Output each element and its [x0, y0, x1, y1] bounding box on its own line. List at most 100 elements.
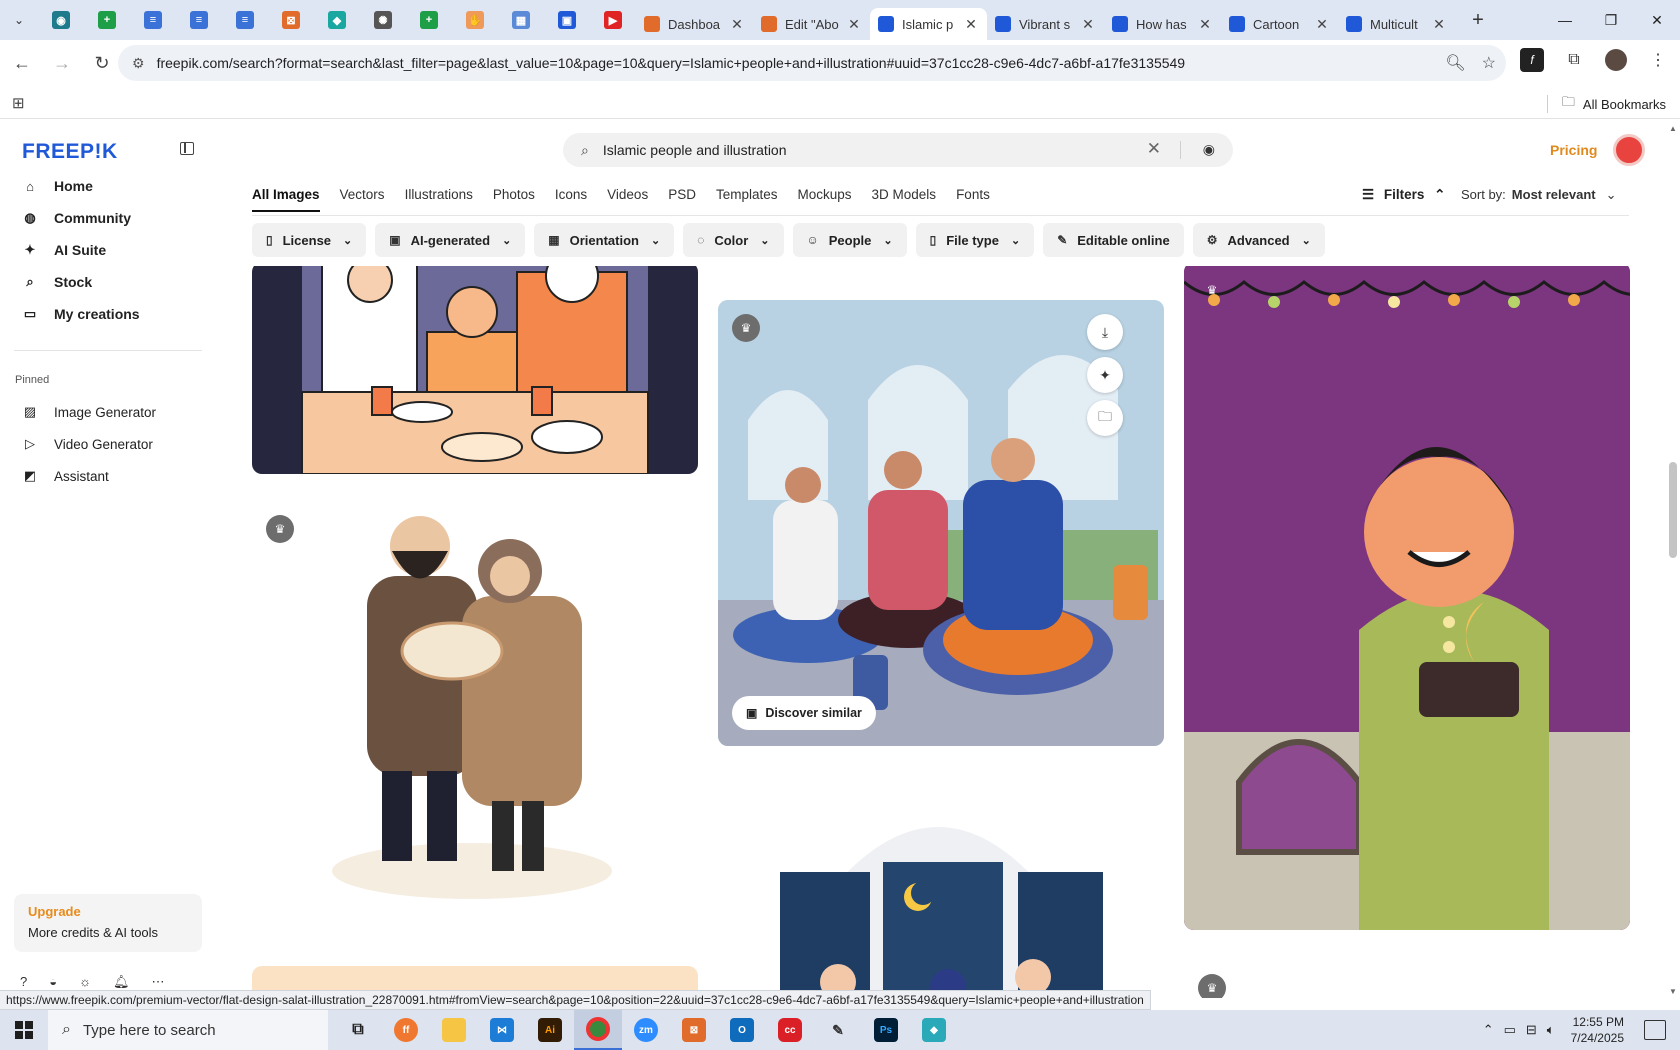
taskbar-task-view[interactable]: ⧉ [334, 1010, 382, 1050]
apps-grid-icon[interactable]: ⊞ [12, 94, 25, 112]
forward-button[interactable]: → [44, 45, 80, 81]
taskbar-app[interactable]: ◆ [910, 1010, 958, 1050]
tray-display-icon[interactable]: ▭ [1504, 1022, 1516, 1038]
taskbar-firefox[interactable]: ff [382, 1010, 430, 1050]
taskbar-search[interactable]: ⌕ Type here to search [48, 1010, 328, 1050]
filter-chip[interactable]: ◌ Color ⌄ [683, 223, 784, 257]
pinned-tab[interactable]: + [84, 0, 130, 40]
close-tab-icon[interactable]: ✕ [1197, 16, 1213, 33]
tray-chevron-icon[interactable]: ⌃ [1483, 1022, 1494, 1038]
search-bar[interactable]: ⌕ Islamic people and illustration ✕ ◉ [563, 133, 1233, 167]
back-button[interactable]: ← [4, 45, 40, 81]
sidebar-item-image-generator[interactable]: ▨ Image Generator [14, 396, 202, 428]
scroll-down-arrow-icon[interactable]: ▼ [1669, 987, 1677, 996]
camera-icon[interactable]: ◉ [1203, 141, 1215, 158]
upgrade-card[interactable]: Upgrade More credits & AI tools [14, 894, 202, 952]
extensions-icon[interactable]: ⧉ [1562, 48, 1586, 72]
bell-icon[interactable]: 🔔︎ [113, 974, 130, 990]
pinned-tab[interactable]: ≡ [222, 0, 268, 40]
category-tab[interactable]: Photos [493, 187, 535, 212]
browser-tab[interactable]: Edit "Abo ✕ [753, 8, 870, 40]
notification-icon[interactable] [1644, 1020, 1666, 1040]
filter-chip[interactable]: ☺ People ⌄ [792, 223, 907, 257]
filter-chip[interactable]: ▯ License ⌄ [252, 223, 367, 257]
category-tab[interactable]: PSD [668, 187, 696, 212]
category-tab[interactable]: 3D Models [872, 187, 937, 212]
close-tab-icon[interactable]: ✕ [963, 16, 979, 33]
zoom-icon[interactable]: 🔍︎ [1445, 53, 1465, 73]
category-tab[interactable]: Fonts [956, 187, 990, 212]
pinned-tab[interactable]: ▦ [498, 0, 544, 40]
taskbar-vscode[interactable]: ⋈ [478, 1010, 526, 1050]
new-tab-button[interactable]: + [1463, 9, 1493, 32]
sidebar-item-home[interactable]: ⌂ Home [14, 170, 202, 202]
discord-icon[interactable]: ◒ [49, 974, 57, 990]
filter-chip[interactable]: ⚙ Advanced ⌄ [1192, 223, 1325, 257]
pinned-tab[interactable]: ◉ [38, 0, 84, 40]
pinned-tab[interactable]: ≡ [130, 0, 176, 40]
result-card[interactable] [252, 266, 698, 474]
volume-icon[interactable]: 🔈︎ [1547, 1022, 1555, 1038]
pinned-tab[interactable]: ▶ [590, 0, 636, 40]
sidebar-item-ai-suite[interactable]: ✦ AI Suite [14, 234, 202, 266]
reload-button[interactable]: ↻ [84, 45, 120, 81]
sidebar-item-video-generator[interactable]: ▷ Video Generator [14, 428, 202, 460]
address-bar[interactable]: ⚙ freepik.com/search?format=search&last_… [118, 45, 1506, 81]
browser-tab[interactable]: Vibrant s ✕ [987, 8, 1104, 40]
filter-chip[interactable]: ✎ Editable online [1043, 223, 1184, 257]
filter-chip[interactable]: ▦ Orientation ⌄ [534, 223, 675, 257]
category-tab[interactable]: Videos [607, 187, 648, 212]
restore-button[interactable]: ❐ [1588, 0, 1634, 40]
category-tab[interactable]: All Images [252, 187, 320, 212]
filter-chip[interactable]: ▯ File type ⌄ [915, 223, 1035, 257]
page-scrollbar[interactable]: ▲ ▼ [1666, 120, 1680, 998]
search-input[interactable]: Islamic people and illustration [603, 142, 787, 158]
taskbar-xampp[interactable]: ⊠ [670, 1010, 718, 1050]
taskbar-explorer[interactable] [430, 1010, 478, 1050]
scroll-up-arrow-icon[interactable]: ▲ [1669, 124, 1677, 133]
browser-tab[interactable]: Islamic p ✕ [870, 8, 987, 40]
filters-toggle[interactable]: ☰ Filters ⌃ [1362, 187, 1445, 203]
more-icon[interactable]: ⋯ [152, 974, 165, 990]
start-button[interactable] [0, 1010, 48, 1050]
pinned-tab[interactable]: ✺ [360, 0, 406, 40]
pinned-tab[interactable]: ≡ [176, 0, 222, 40]
category-tab[interactable]: Vectors [340, 187, 385, 212]
taskbar-creative-cloud[interactable]: cc [766, 1010, 814, 1050]
taskbar-pen-tool[interactable]: ✎ [814, 1010, 862, 1050]
category-tab[interactable]: Mockups [798, 187, 852, 212]
close-tab-icon[interactable]: ✕ [1080, 16, 1096, 33]
browser-tab[interactable]: Dashboa ✕ [636, 8, 753, 40]
more-menu-icon[interactable]: ⋮ [1646, 48, 1670, 72]
sidebar-toggle-icon[interactable] [180, 142, 194, 155]
close-window-button[interactable]: ✕ [1634, 0, 1680, 40]
taskbar-illustrator[interactable]: Ai [526, 1010, 574, 1050]
browser-tab[interactable]: Cartoon ✕ [1221, 8, 1338, 40]
bookmark-star-icon[interactable]: ☆ [1482, 53, 1496, 73]
clear-search-icon[interactable]: ✕ [1147, 139, 1161, 159]
close-tab-icon[interactable]: ✕ [729, 16, 745, 33]
taskbar-outlook[interactable]: O [718, 1010, 766, 1050]
minimize-button[interactable]: — [1542, 0, 1588, 40]
ai-edit-icon[interactable]: ✦ [1087, 357, 1123, 393]
close-tab-icon[interactable]: ✕ [846, 16, 862, 33]
close-tab-icon[interactable]: ✕ [1314, 16, 1330, 33]
sidebar-item-my-creations[interactable]: ▭ My creations [14, 298, 202, 330]
sidebar-item-assistant[interactable]: ◩ Assistant [14, 460, 202, 492]
save-to-collection-icon[interactable]: 🗀 [1087, 400, 1123, 436]
sort-dropdown[interactable]: Sort by: Most relevant ⌄ [1461, 187, 1617, 203]
clock[interactable]: 12:55 PM 7/24/2025 [1571, 1014, 1624, 1046]
browser-tab[interactable]: Multicult ✕ [1338, 8, 1455, 40]
pinned-tab[interactable]: ✋ [452, 0, 498, 40]
category-tab[interactable]: Illustrations [405, 187, 473, 212]
font-extension-icon[interactable]: f [1520, 48, 1544, 72]
browser-tab[interactable]: How has ✕ [1104, 8, 1221, 40]
site-info-icon[interactable]: ⚙ [132, 55, 145, 72]
sidebar-item-stock[interactable]: ⌕ Stock [14, 266, 202, 298]
result-card[interactable]: ♛ [718, 762, 1164, 998]
tab-search-chevron-icon[interactable]: ⌄ [0, 0, 38, 40]
network-icon[interactable]: ⊟ [1526, 1022, 1537, 1038]
result-card[interactable]: ♛ ⤓ ✦ 🗀 ▣ Discover similar [718, 300, 1164, 746]
download-icon[interactable]: ⤓ [1087, 314, 1123, 350]
freepik-logo[interactable]: FREEP!K [22, 140, 118, 164]
